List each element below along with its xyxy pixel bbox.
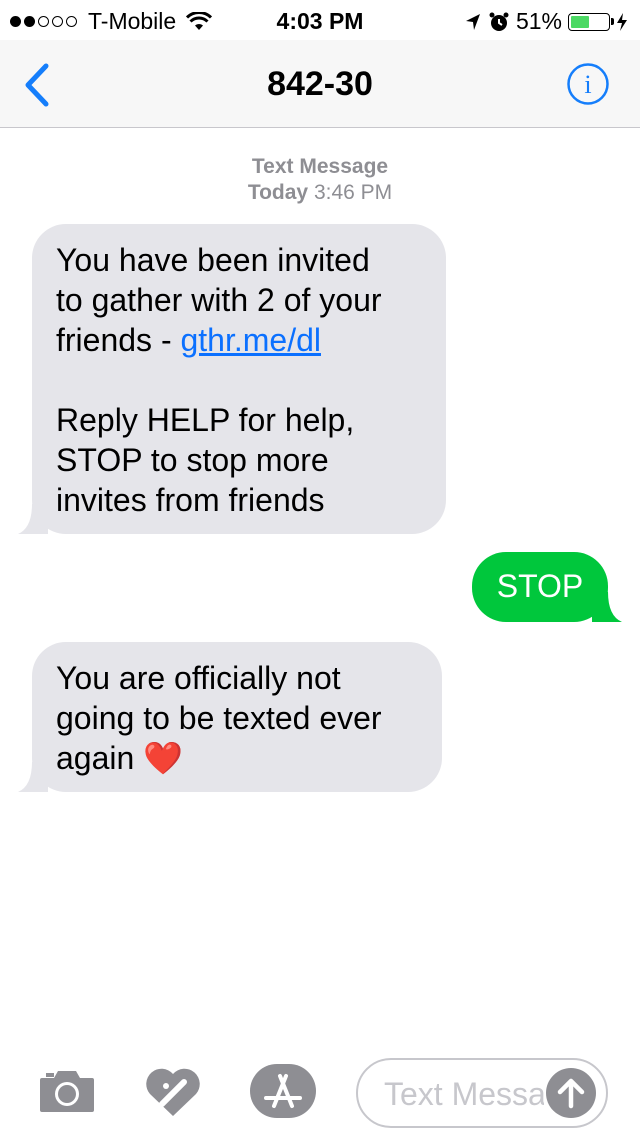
send-arrow-icon xyxy=(557,1078,585,1109)
app-store-icon[interactable] xyxy=(250,1064,316,1118)
bubble-tail xyxy=(18,504,48,534)
message-text: STOP xyxy=(496,568,584,604)
conversation-timestamp: Text Message Today 3:46 PM xyxy=(0,154,640,206)
info-icon: i xyxy=(567,63,609,105)
bubble-tail xyxy=(592,592,622,622)
message-line: friends - gthr.me/dl xyxy=(56,320,422,360)
contact-title: 842-30 xyxy=(267,65,373,103)
message-line: invites from friends xyxy=(56,482,325,518)
timestamp-time: 3:46 PM xyxy=(313,181,393,204)
message-line: STOP to stop more xyxy=(56,442,329,478)
status-right: 51% xyxy=(458,8,628,35)
digital-touch-icon[interactable] xyxy=(144,1064,202,1118)
timestamp-label: Text Message xyxy=(251,155,389,178)
message-line: Reply HELP for help, xyxy=(56,402,355,438)
battery-level-fill xyxy=(571,15,590,28)
message-line: going to be texted ever xyxy=(56,700,382,736)
messages-screen: T-Mobile 4:03 PM 51% 842-30 i Text Messa… xyxy=(0,0,640,1136)
svg-text:i: i xyxy=(584,70,591,99)
message-text-field[interactable] xyxy=(356,1058,608,1128)
timestamp-datetime: Today 3:46 PM xyxy=(0,180,640,206)
bubble-tail xyxy=(18,762,48,792)
incoming-message-bubble[interactable]: You are officially not going to be texte… xyxy=(18,642,442,792)
message-link[interactable]: gthr.me/dl xyxy=(180,322,321,358)
outgoing-message-bubble[interactable]: STOP xyxy=(472,552,622,622)
timestamp-day: Today xyxy=(247,181,309,204)
status-bar: T-Mobile 4:03 PM 51% xyxy=(0,0,640,40)
message-text: friends - xyxy=(56,322,181,358)
info-button[interactable]: i xyxy=(566,62,610,106)
battery-nub xyxy=(611,17,614,25)
camera-icon[interactable] xyxy=(38,1068,96,1114)
incoming-message-bubble[interactable]: You have been invited to gather with 2 o… xyxy=(18,224,446,534)
alarm-clock-icon xyxy=(489,12,509,31)
message-line: You are officially not xyxy=(56,660,341,696)
message-input[interactable] xyxy=(382,1074,546,1114)
message-line: again ❤️ xyxy=(56,738,418,778)
battery-icon xyxy=(568,12,614,31)
send-button[interactable] xyxy=(546,1068,596,1118)
navigation-bar: 842-30 i xyxy=(0,40,640,128)
charging-bolt-icon xyxy=(617,12,627,31)
message-line: You have been invited xyxy=(56,242,370,278)
message-line: to gather with 2 of your xyxy=(56,282,382,318)
battery-percent: 51% xyxy=(515,8,562,34)
heart-emoji: ❤️ xyxy=(143,740,184,776)
message-text: again xyxy=(56,740,135,776)
location-arrow-icon xyxy=(465,13,480,30)
